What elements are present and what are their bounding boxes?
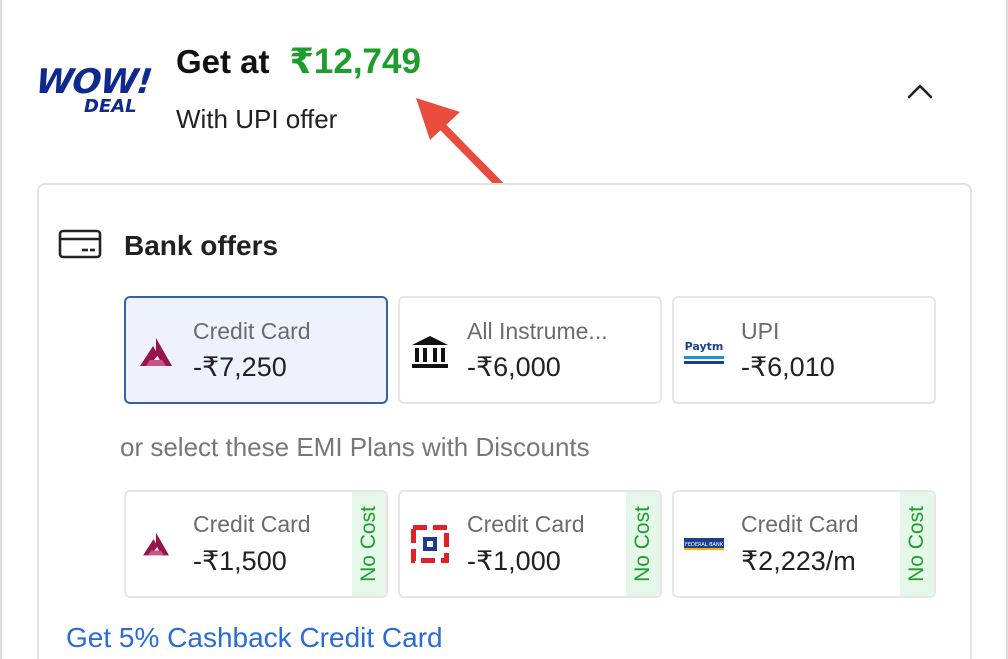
emi-value: ₹2,223/m: [741, 546, 856, 576]
offer-type: All Instrume...: [467, 318, 608, 344]
wow-deal-logo: WOW! DEAL: [34, 62, 154, 122]
emi-type: Credit Card: [193, 511, 311, 537]
hdfc-bank-logo: [408, 522, 452, 566]
offer-value: -₹7,250: [193, 352, 287, 382]
emi-plan-federal[interactable]: FEDERAL BANK Credit Card ₹2,223/m No Cos…: [672, 490, 936, 598]
axis-bank-logo: [134, 330, 178, 374]
offer-value: -₹6,000: [467, 352, 561, 382]
paytm-logo: Paytm: [682, 330, 726, 374]
bank-offers-title: Bank offers: [124, 230, 279, 261]
offer-type: Credit Card: [193, 318, 311, 344]
chevron-up-icon: [907, 84, 933, 99]
federal-bank-logo: FEDERAL BANK: [682, 522, 726, 566]
bank-offers-header: [58, 228, 102, 260]
bank-offer-all-instruments[interactable]: All Instrume... -₹6,000: [398, 296, 662, 404]
no-cost-label: No Cost: [357, 506, 381, 582]
axis-bank-logo: [134, 522, 178, 566]
no-cost-tag: No Cost: [352, 492, 386, 596]
no-cost-label: No Cost: [905, 506, 929, 582]
emi-type: Credit Card: [467, 511, 585, 537]
no-cost-tag: No Cost: [900, 492, 934, 596]
emi-plan-hdfc[interactable]: Credit Card -₹1,000 No Cost: [398, 490, 662, 598]
price-value: ₹12,749: [289, 42, 421, 81]
credit-card-icon: [58, 229, 102, 259]
offer-type: UPI: [741, 318, 780, 344]
price-line: Get at ₹12,749: [176, 42, 421, 86]
collapse-button[interactable]: [900, 74, 940, 108]
bank-building-icon: [408, 330, 452, 374]
offer-value: -₹6,010: [741, 352, 835, 382]
upi-offer-subtitle: With UPI offer: [176, 104, 338, 134]
cashback-credit-card-link[interactable]: Get 5% Cashback Credit Card: [66, 622, 443, 654]
emi-type: Credit Card: [741, 511, 859, 537]
emi-value: -₹1,500: [193, 546, 287, 576]
deal-text: DEAL: [84, 96, 137, 117]
no-cost-tag: No Cost: [626, 492, 660, 596]
paytm-logo-text: Paytm: [685, 340, 724, 353]
emi-value: -₹1,000: [467, 546, 561, 576]
bank-offer-upi[interactable]: Paytm UPI -₹6,010: [672, 296, 936, 404]
no-cost-label: No Cost: [631, 506, 655, 582]
emi-plan-axis[interactable]: Credit Card -₹1,500 No Cost: [124, 490, 388, 598]
bank-offer-credit-card[interactable]: Credit Card -₹7,250: [124, 296, 388, 404]
federal-bank-logo-text: FEDERAL BANK: [685, 542, 724, 548]
price-label: Get at: [176, 43, 270, 80]
emi-caption: or select these EMI Plans with Discounts: [120, 432, 590, 462]
